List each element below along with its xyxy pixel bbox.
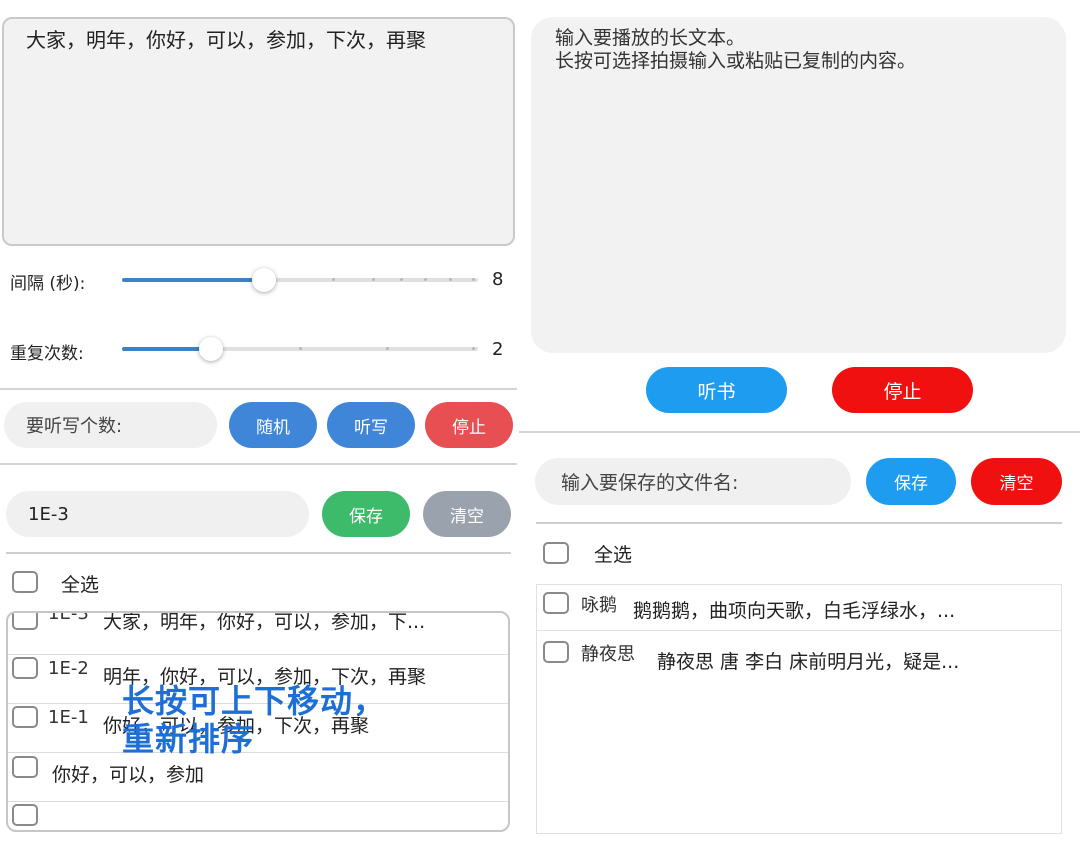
repeat-slider-fill [122,347,211,351]
item-checkbox[interactable] [12,613,38,630]
slider-tick [386,347,389,350]
item-checkbox[interactable] [12,657,38,679]
slider-tick [400,278,403,281]
filename-input[interactable]: 1E-3 [6,491,309,537]
interval-label: 间隔 (秒): [10,274,86,294]
slider-tick [299,347,302,350]
drag-hint-overlay: 长按可上下移动，重新排序 [122,682,387,758]
item-checkbox[interactable] [12,706,38,728]
text-input-content: 大家，明年，你好，可以，参加，下次，再聚 [26,28,426,52]
stop-dictation-button[interactable]: 停止 [425,402,513,448]
random-button[interactable]: 随机 [229,402,317,448]
item-title: 1E-1 [48,707,89,728]
interval-value: 8 [492,269,504,290]
text-input-area[interactable]: 大家，明年，你好，可以，参加，下次，再聚 [2,17,515,246]
select-all-label: 全选 [594,544,633,566]
long-text-input[interactable]: 输入要播放的长文本。 长按可选择拍摄输入或粘贴已复制的内容。 [531,17,1066,353]
interval-slider-fill [122,278,264,282]
list-item[interactable]: 静夜思 静夜思 唐 李白 床前明月光，疑是... [537,630,1061,677]
item-checkbox[interactable] [543,641,569,663]
item-text: 大家，明年，你好，可以，参加，下... [103,611,426,633]
saved-texts-list[interactable]: 咏鹅 鹅鹅鹅，曲项向天歌，白毛浮绿水，... 静夜思 静夜思 唐 李白 床前明月… [536,584,1062,834]
list-item[interactable]: 咏鹅 鹅鹅鹅，曲项向天歌，白毛浮绿水，... [537,585,1061,631]
save-button[interactable]: 保存 [322,491,410,537]
divider [0,388,517,390]
divider [0,463,517,465]
divider [519,431,1080,433]
item-checkbox[interactable] [543,592,569,614]
repeat-label: 重复次数: [10,344,84,364]
item-checkbox[interactable] [12,804,38,826]
read-aloud-button[interactable]: 听书 [646,367,787,413]
slider-tick [449,278,452,281]
stop-reading-button[interactable]: 停止 [832,367,973,413]
interval-slider[interactable] [122,268,478,292]
clear-text-button[interactable]: 清空 [971,458,1062,505]
interval-slider-thumb[interactable] [252,268,276,292]
divider [6,552,511,554]
item-text: 鹅鹅鹅，曲项向天歌，白毛浮绿水，... [633,600,956,622]
divider [536,522,1062,524]
clear-button[interactable]: 清空 [423,491,511,537]
slider-tick [332,278,335,281]
long-text-placeholder-line2: 长按可选择拍摄输入或粘贴已复制的内容。 [555,50,917,72]
item-title: 1E-3 [48,611,89,624]
item-title: 咏鹅 [581,595,617,616]
slider-tick [372,278,375,281]
select-all-label: 全选 [61,574,100,596]
long-text-placeholder-line1: 输入要播放的长文本。 [555,27,746,49]
item-text: 你好，可以，参加 [52,764,205,786]
list-item[interactable]: 你好，可以，参加 [8,752,508,802]
item-checkbox[interactable] [12,756,38,778]
item-text: 静夜思 唐 李白 床前明月光，疑是... [657,651,960,673]
repeat-slider-thumb[interactable] [199,337,223,361]
slider-tick [472,278,475,281]
list-item[interactable]: 1E-3 大家，明年，你好，可以，参加，下... [8,611,508,655]
list-item[interactable] [8,801,508,830]
item-title: 静夜思 [581,644,635,665]
save-filename-input[interactable]: 输入要保存的文件名: [535,458,851,505]
select-all-checkbox[interactable] [12,571,38,593]
save-text-button[interactable]: 保存 [866,458,956,505]
dictate-button[interactable]: 听写 [327,402,415,448]
repeat-value: 2 [492,339,504,360]
select-all-checkbox[interactable] [543,542,569,564]
item-title: 1E-2 [48,658,89,679]
slider-tick [472,347,475,350]
repeat-slider[interactable] [122,337,478,361]
dictation-count-input[interactable]: 要听写个数: [4,402,217,448]
slider-tick [424,278,427,281]
